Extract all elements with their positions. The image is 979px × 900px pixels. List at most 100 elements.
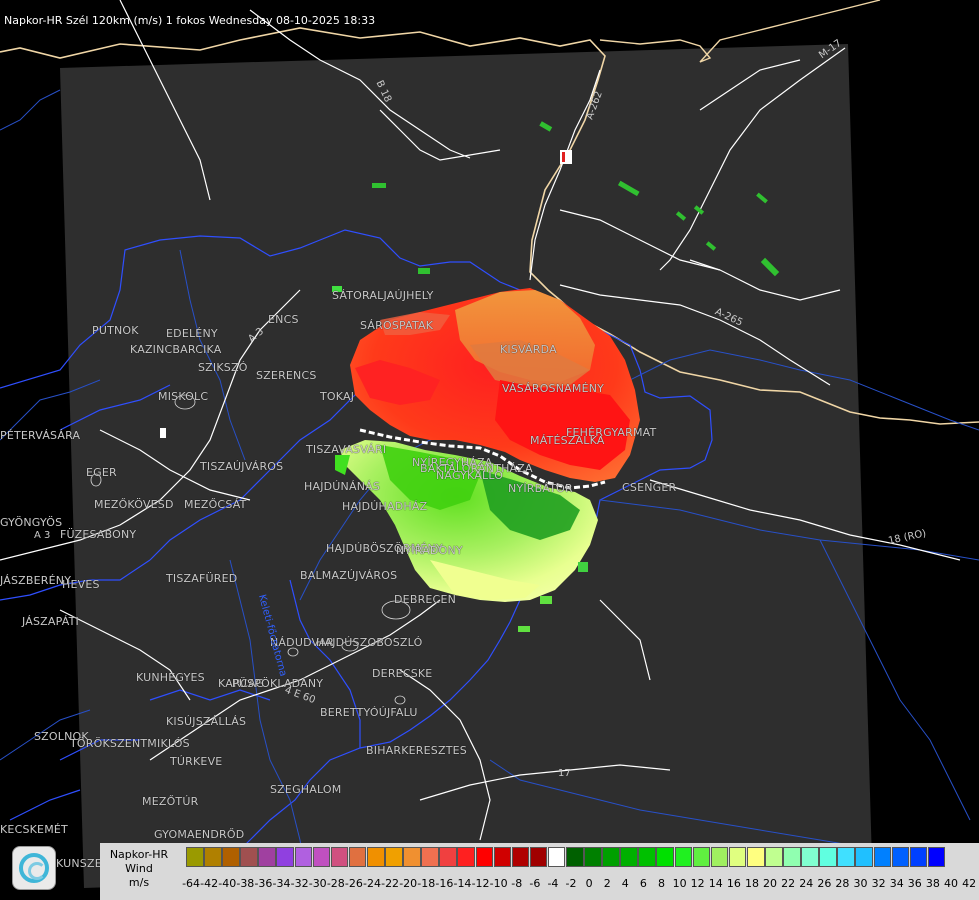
legend-tick-label: -10 (489, 877, 508, 890)
legend-swatch (511, 847, 530, 867)
legend-tick-label: 26 (817, 877, 832, 890)
place-label: EGER (86, 466, 117, 479)
legend-tick-label: 38 (925, 877, 940, 890)
legend-tick-label: 22 (781, 877, 796, 890)
legend-swatch (801, 847, 819, 867)
place-label: PÉTERVÁSÁRA (0, 429, 81, 442)
legend-title: Napkor-HR Wind m/s (104, 848, 174, 890)
legend-tick-label: -38 (236, 877, 255, 890)
legend-swatch (457, 847, 475, 867)
legend-tick-label: -32 (290, 877, 309, 890)
road-label: 17 (558, 768, 571, 779)
legend-tick-label: 14 (708, 877, 723, 890)
legend-swatch (547, 847, 566, 867)
legend-tick-label: -42 (200, 877, 219, 890)
place-label: TOKAJ (320, 390, 355, 403)
legend-swatch (366, 847, 385, 867)
place-label: EDELÉNY (166, 327, 218, 340)
radar-map (0, 0, 979, 900)
legend-swatch (385, 847, 403, 867)
legend-tick-label: -28 (326, 877, 345, 890)
legend-swatch (565, 847, 584, 867)
legend-tick-label: -24 (363, 877, 381, 890)
legend-swatch (240, 847, 258, 867)
place-label: MISKOLC (158, 390, 209, 403)
place-label: TISZAÚJVÁROS (200, 460, 284, 473)
legend-tick-label: 28 (835, 877, 850, 890)
legend-swatch (276, 847, 295, 867)
legend-tick-label: 20 (763, 877, 778, 890)
legend-tick-label: -34 (272, 877, 291, 890)
legend-tick-label: 32 (871, 877, 886, 890)
legend-swatch (674, 847, 693, 867)
place-label: MEZŐTÚR (142, 795, 199, 808)
legend-swatch (475, 847, 494, 867)
place-label: VÁSÁROSNAMÉNY (502, 382, 605, 395)
legend-swatches (186, 847, 946, 869)
place-label: DEBRECEN (394, 593, 457, 606)
legend-tick-label: -8 (511, 877, 523, 890)
legend-swatch (584, 847, 602, 867)
place-label: JÁSZAPÁTI (22, 615, 79, 628)
legend-tick-label: -18 (417, 877, 436, 890)
place-label: HAJDÚSZOBOSZLÓ (316, 636, 423, 649)
legend-title-line1: Napkor-HR (109, 848, 169, 861)
place-label: MEZŐKÖVESD (94, 498, 174, 511)
legend-tick-label: -12 (471, 877, 490, 890)
place-label: KAZINCBARCIKA (130, 343, 222, 356)
place-label: BIHARKERESZTES (366, 744, 467, 757)
legend-tick-label: -40 (218, 877, 237, 890)
legend-swatch (403, 847, 421, 867)
legend-title-line3: m/s (128, 876, 150, 889)
legend-swatch (348, 847, 367, 867)
place-label: DERECSKE (372, 667, 433, 680)
legend-tick-label: 4 (621, 877, 629, 890)
legend-tick-label: -20 (399, 877, 418, 890)
legend-tick-label: 8 (657, 877, 665, 890)
legend-title-line2: Wind (125, 862, 153, 875)
place-label: NYÍRBÁTOR (508, 482, 573, 495)
place-label: KISVÁRDA (500, 343, 557, 356)
legend-tick-label: 36 (907, 877, 922, 890)
legend-tick-label: 30 (853, 877, 868, 890)
legend-tick-label: -30 (308, 877, 327, 890)
legend-swatch (710, 847, 729, 867)
legend-tick-label: -64 (182, 877, 201, 890)
river-8 (0, 89, 61, 131)
place-label: GYÖNGYÖS (0, 516, 63, 529)
place-label: SÁROSPATAK (360, 319, 434, 332)
legend-swatch (312, 847, 331, 867)
legend-swatch (728, 847, 747, 867)
place-label: ENCS (268, 313, 299, 326)
place-label: SZIKSZÓ (198, 361, 248, 374)
legend-swatch (927, 847, 946, 867)
place-label: HAJDÚHADHÁZ (342, 500, 428, 513)
county-border-9 (9, 789, 81, 821)
place-label: BALMAZÚJVÁROS (300, 569, 398, 582)
place-label: PUTNOK (92, 324, 139, 337)
place-label: TISZAFÜRED (166, 572, 238, 585)
napkor-logo-icon (12, 846, 56, 890)
legend-tick-label: -36 (254, 877, 273, 890)
place-label: SÁTORALJAÚJHELY (332, 289, 434, 302)
place-label: NYÍRADONY (396, 544, 463, 557)
legend-swatch (638, 847, 656, 867)
place-label: TISZAVASVÁRI (306, 443, 387, 456)
legend-swatch (620, 847, 638, 867)
place-label: KUNHEGYES (136, 671, 205, 684)
legend-swatch (222, 847, 240, 867)
legend-swatch (186, 847, 204, 867)
legend-swatch (746, 847, 765, 867)
place-label: KISÚJSZÁLLÁS (166, 715, 247, 728)
legend-swatch (909, 847, 928, 867)
legend-tick-label: 34 (889, 877, 904, 890)
legend-swatch (421, 847, 439, 867)
legend-swatch (258, 847, 276, 867)
legend-tick-label: 0 (585, 877, 593, 890)
legend-tick-label: -22 (381, 877, 400, 890)
place-label: TÖRÖKSZENTMIKLÓS (70, 737, 190, 750)
place-label: FÜZESABONY (60, 528, 137, 541)
road-label: A 3 (34, 530, 51, 541)
place-label: GYOMAENDRŐD (154, 828, 245, 841)
legend-tick-label: 18 (744, 877, 759, 890)
